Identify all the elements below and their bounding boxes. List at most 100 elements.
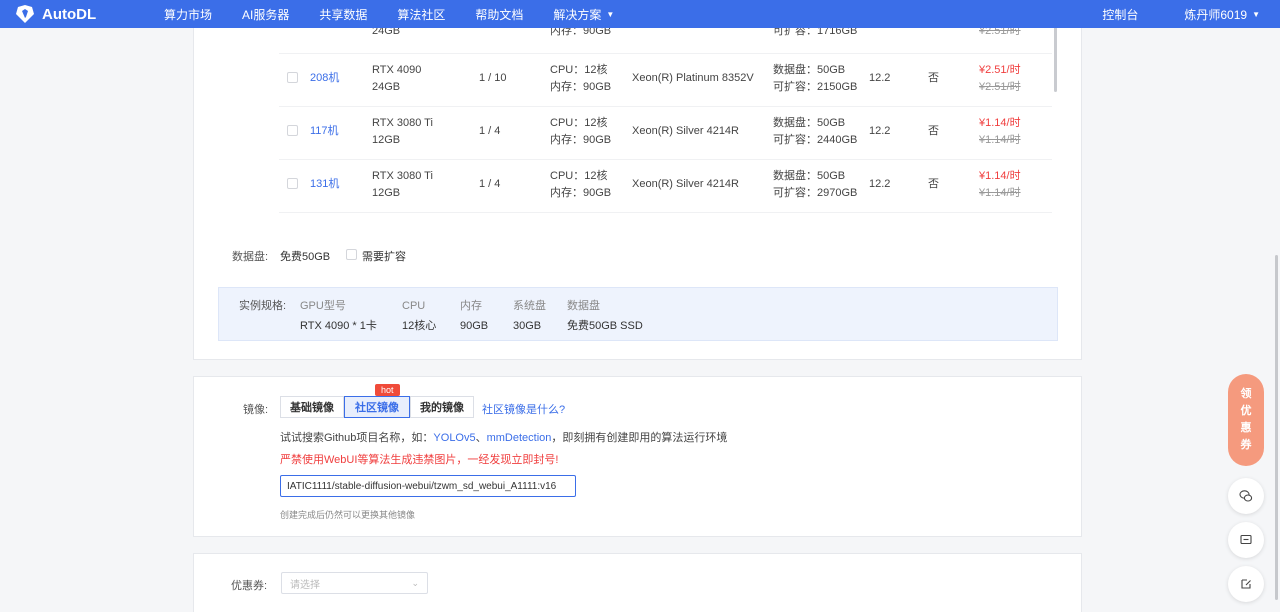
spec-datadisk: 数据盘 免费50GB SSD: [567, 299, 643, 333]
main-nav: 算力市场 AI服务器 共享数据 算法社区 帮助文档 解决方案 ▼: [164, 6, 644, 23]
nav-item-algorithm-community[interactable]: 算法社区: [397, 6, 445, 23]
row-checkbox[interactable]: [287, 125, 298, 136]
mirror-search-input[interactable]: IATIC1111/stable-diffusion-webui/tzwm_sd…: [280, 475, 576, 497]
price-old: ¥1.14/时: [979, 134, 1021, 146]
nav-item-ai-server[interactable]: AI服务器: [242, 6, 289, 23]
spec-datadisk-value: 免费50GB SSD: [567, 320, 643, 332]
table-row[interactable]: 131机 RTX 3080 Ti 12GB 1 / 4 CPU：12核 内存：9…: [279, 160, 1052, 213]
data-disk-value: 免费50GB: [280, 251, 331, 263]
wechat-float-button[interactable]: [1228, 478, 1264, 514]
brand-logo[interactable]: AutoDL: [14, 5, 164, 23]
console-link[interactable]: 控制台: [1102, 6, 1138, 23]
disk: 数据盘：50GB: [773, 117, 846, 129]
coupon-select[interactable]: 请选择 ⌄: [281, 572, 428, 594]
cuda: 12.2: [869, 125, 891, 137]
row-checkbox[interactable]: [287, 72, 298, 83]
page-scrollbar[interactable]: [1275, 255, 1278, 600]
community-mirror-help-link[interactable]: 社区镜像是什么?: [482, 401, 565, 417]
nav-item-solutions[interactable]: 解决方案 ▼: [553, 6, 614, 23]
table-row[interactable]: 208机 RTX 4090 24GB 1 / 10 CPU：12核 内存：90G…: [279, 54, 1052, 107]
row-checkbox[interactable]: [287, 178, 298, 189]
mmdetection-link[interactable]: mmDetection: [487, 432, 552, 444]
gpu-model: RTX 4090: [372, 64, 422, 76]
chevron-down-icon: ⌄: [411, 577, 419, 588]
hot-badge: hot: [375, 384, 400, 396]
expand: 可扩容：2970GB: [773, 187, 858, 199]
gpu-mem: 12GB: [372, 134, 401, 146]
price: ¥1.14/时: [979, 170, 1021, 182]
price-old: ¥1.14/时: [979, 187, 1021, 199]
machine-id-link[interactable]: 208机: [310, 70, 339, 86]
message-icon: [1240, 534, 1252, 545]
caret-down-icon: ▼: [606, 9, 615, 19]
spec-label: 实例规格:: [239, 300, 287, 312]
expand-checkbox[interactable]: [346, 249, 357, 260]
machine-id-link[interactable]: 117机: [310, 123, 339, 139]
nav-item-help-docs[interactable]: 帮助文档: [475, 6, 523, 23]
cuda: 12.2: [869, 72, 891, 84]
expand: 可扩容：2150GB: [773, 81, 858, 93]
disk: 数据盘：50GB: [773, 64, 846, 76]
spec-sysdisk-value: 30GB: [513, 320, 542, 332]
flag: 否: [928, 125, 939, 137]
mirror-warning: 严禁使用WebUI等算法生成违禁图片，一经发现立即封号!: [280, 454, 559, 466]
spec-cpu-value: 12核心: [402, 320, 437, 332]
cpu-model: Xeon(R) Platinum 8352V: [632, 72, 754, 84]
mem: 内存：90GB: [550, 187, 612, 199]
gpu-mem: 24GB: [372, 81, 401, 93]
nav-item-solutions-label: 解决方案: [553, 7, 602, 22]
cpu: CPU：12核: [550, 170, 608, 182]
spec-gpu-header: GPU型号: [300, 300, 346, 312]
spec-mem: 内存 90GB: [460, 299, 488, 333]
gpu-model: RTX 3080 Ti: [372, 117, 433, 129]
nav-item-shared-data[interactable]: 共享数据: [319, 6, 367, 23]
instance-spec-box: 实例规格: GPU型号 RTX 4090 * 1卡 CPU 12核心 内存 90…: [218, 287, 1058, 341]
coupon-float-char: 券: [1240, 439, 1252, 451]
message-float-button[interactable]: [1228, 522, 1264, 558]
tab-community-mirror[interactable]: 社区镜像: [344, 396, 410, 418]
yolov5-link[interactable]: YOLOv5: [433, 432, 475, 444]
spec-gpu: GPU型号 RTX 4090 * 1卡: [300, 299, 377, 333]
user-menu[interactable]: 炼丹师6019 ▼: [1184, 6, 1260, 23]
tab-base-mirror[interactable]: 基础镜像: [280, 396, 344, 418]
autodl-logo-icon: [16, 5, 34, 23]
feedback-float-button[interactable]: [1228, 566, 1264, 602]
coupon-card: 优惠券: 请选择 ⌄: [193, 553, 1082, 612]
gpu-mem: 12GB: [372, 187, 401, 199]
cpu: CPU：12核: [550, 117, 608, 129]
spec-sysdisk: 系统盘 30GB: [513, 299, 546, 333]
wechat-icon: [1239, 490, 1253, 502]
flag: 否: [928, 178, 939, 190]
table-row[interactable]: 117机 RTX 3080 Ti 12GB 1 / 4 CPU：12核 内存：9…: [279, 107, 1052, 160]
machine-select-card: 24GB 内存：90GB 可扩容：1716GB ¥2.51/时 208机 RTX…: [193, 20, 1082, 360]
table-scrollbar[interactable]: [1054, 20, 1057, 92]
gpu-free: 1 / 4: [479, 125, 501, 137]
gpu-free: 1 / 4: [479, 178, 501, 190]
spec-cpu: CPU 12核心: [402, 299, 436, 333]
nav-item-compute-market[interactable]: 算力市场: [164, 6, 212, 23]
cpu: CPU：12核: [550, 64, 608, 76]
machine-table: 24GB 内存：90GB 可扩容：1716GB ¥2.51/时 208机 RTX…: [279, 20, 1052, 220]
spec-datadisk-header: 数据盘: [567, 300, 600, 312]
user-name: 炼丹师6019: [1184, 7, 1248, 22]
expand-checkbox-label[interactable]: 需要扩容: [362, 248, 406, 264]
caret-down-icon: ▼: [1252, 9, 1260, 19]
expand: 可扩容：2440GB: [773, 134, 858, 146]
hint-sep: 、: [475, 432, 487, 444]
price: ¥2.51/时: [979, 64, 1021, 76]
mirror-card: 镜像: 基础镜像 社区镜像 hot 我的镜像 社区镜像是什么? 试试搜索Gith…: [193, 376, 1082, 537]
disk: 数据盘：50GB: [773, 170, 846, 182]
spec-cpu-header: CPU: [402, 300, 426, 312]
edit-icon: [1241, 579, 1251, 589]
mirror-hint: 试试搜索Github项目名称，如：YOLOv5、mmDetection，即刻拥有…: [280, 429, 727, 445]
coupon-float-char: 惠: [1240, 422, 1252, 434]
tab-my-mirror[interactable]: 我的镜像: [410, 396, 474, 418]
coupon-float-char: 领: [1240, 388, 1252, 400]
mem: 内存：90GB: [550, 134, 612, 146]
machine-id-link[interactable]: 131机: [310, 176, 339, 192]
claim-coupon-float[interactable]: 领 优 惠 券: [1228, 374, 1264, 466]
price: ¥1.14/时: [979, 117, 1021, 129]
mirror-label: 镜像:: [243, 404, 269, 416]
coupon-float-char: 优: [1240, 405, 1252, 417]
gpu-free: 1 / 10: [479, 72, 507, 84]
